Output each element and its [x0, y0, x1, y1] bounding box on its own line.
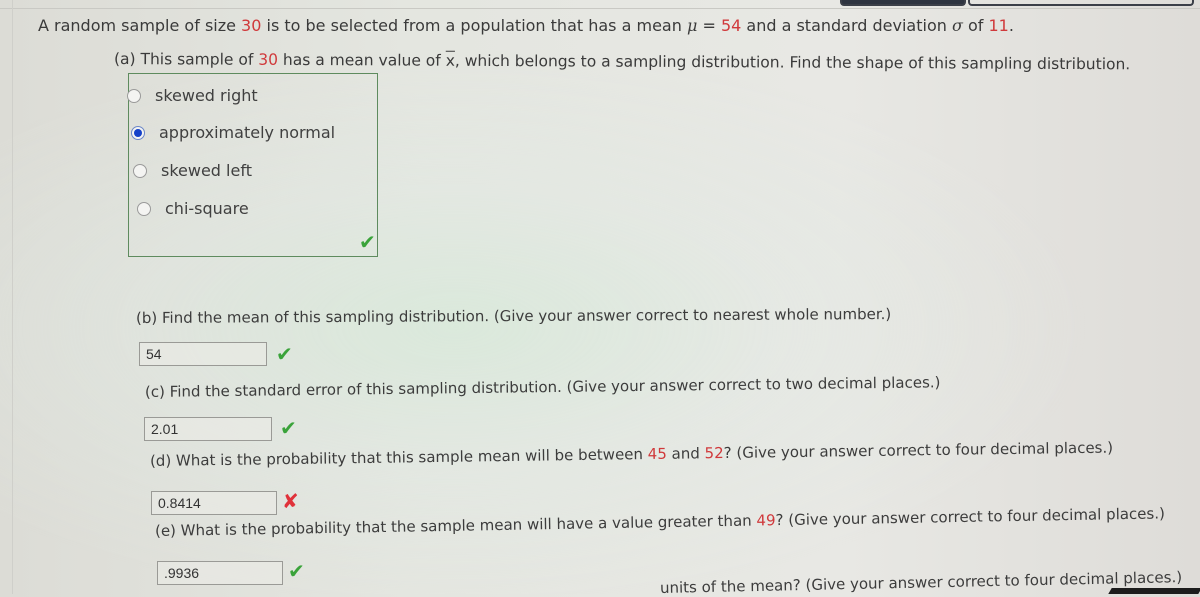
- radio-button-selected[interactable]: [131, 125, 145, 140]
- correct-check-icon: ✔: [288, 559, 305, 583]
- left-divider: [12, 0, 13, 594]
- part-d-answer-input[interactable]: 0.8414: [151, 491, 277, 515]
- part-d-question: (d) What is the probability that this sa…: [149, 438, 1114, 470]
- incorrect-x-icon: ✘: [282, 489, 299, 513]
- part-b-answer-input[interactable]: 54: [139, 342, 267, 366]
- correct-check-icon: ✔: [359, 230, 376, 254]
- option-skewed-right[interactable]: skewed right: [127, 86, 258, 105]
- correct-check-icon: ✔: [276, 342, 293, 366]
- radio-button[interactable]: [137, 201, 151, 216]
- population-sd: 11: [988, 16, 1009, 35]
- problem-statement: A random sample of size 30 is to be sele…: [38, 16, 1014, 35]
- part-f-question-partial: units of the mean? (Give your answer cor…: [659, 568, 1183, 597]
- radio-button[interactable]: [127, 88, 141, 103]
- option-approximately-normal[interactable]: approximately normal: [131, 123, 335, 142]
- part-b-question: (b) Find the mean of this sampling distr…: [135, 305, 892, 327]
- option-chi-square[interactable]: chi-square: [137, 199, 249, 218]
- x-bar-symbol: x: [445, 51, 455, 70]
- sigma-symbol: σ: [951, 16, 963, 35]
- option-skewed-left[interactable]: skewed left: [133, 161, 252, 180]
- top-border: [0, 0, 1200, 9]
- part-c-question: (c) Find the standard error of this samp…: [144, 373, 941, 401]
- mu-symbol: μ: [686, 16, 698, 35]
- screen-bezel-edge: [1108, 588, 1200, 594]
- part-e-question: (e) What is the probability that the sam…: [154, 504, 1166, 540]
- sample-size: 30: [258, 50, 279, 69]
- lower-bound: 45: [647, 444, 667, 464]
- part-c-answer-input[interactable]: 2.01: [144, 417, 272, 441]
- threshold-value: 49: [756, 511, 776, 530]
- toolbar-button-outline[interactable]: [968, 0, 1194, 6]
- toolbar-button-dark[interactable]: [840, 0, 966, 6]
- radio-button[interactable]: [133, 163, 147, 178]
- sample-size: 30: [241, 16, 262, 35]
- part-e-answer-input[interactable]: .9936: [157, 561, 283, 585]
- population-mean: 54: [720, 16, 742, 35]
- upper-bound: 52: [704, 443, 724, 463]
- part-a-choices: skewed right approximately normal skewed…: [127, 73, 378, 257]
- correct-check-icon: ✔: [280, 416, 297, 440]
- part-a-question: (a) This sample of 30 has a mean value o…: [113, 50, 1131, 74]
